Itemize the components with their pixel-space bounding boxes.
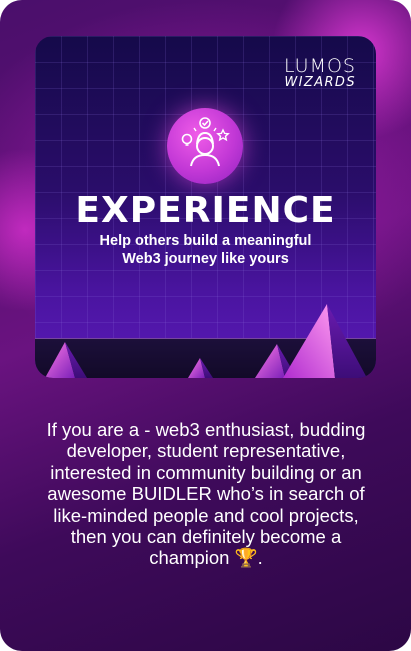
mountains-graphic	[45, 304, 367, 378]
champion-card: LUMOS WIZARDS EXPERIENCE Help others bui…	[0, 0, 411, 651]
person-ideas-icon	[167, 108, 243, 184]
hero-subtitle-line1: Help others build a meaningful	[99, 233, 312, 249]
hero-subtitle: Help others build a meaningful Web3 jour…	[35, 232, 376, 268]
lumos-wizards-logo: LUMOS WIZARDS	[284, 56, 356, 90]
hero-image: LUMOS WIZARDS EXPERIENCE Help others bui…	[35, 36, 376, 378]
hero-subtitle-line2: Web3 journey like yours	[122, 251, 289, 267]
description-text: If you are a - web3 enthusiast, budding …	[46, 419, 366, 569]
logo-line2: WIZARDS	[284, 75, 356, 90]
hero-title: EXPERIENCE	[75, 190, 336, 231]
logo-line1: LUMOS	[284, 55, 356, 77]
